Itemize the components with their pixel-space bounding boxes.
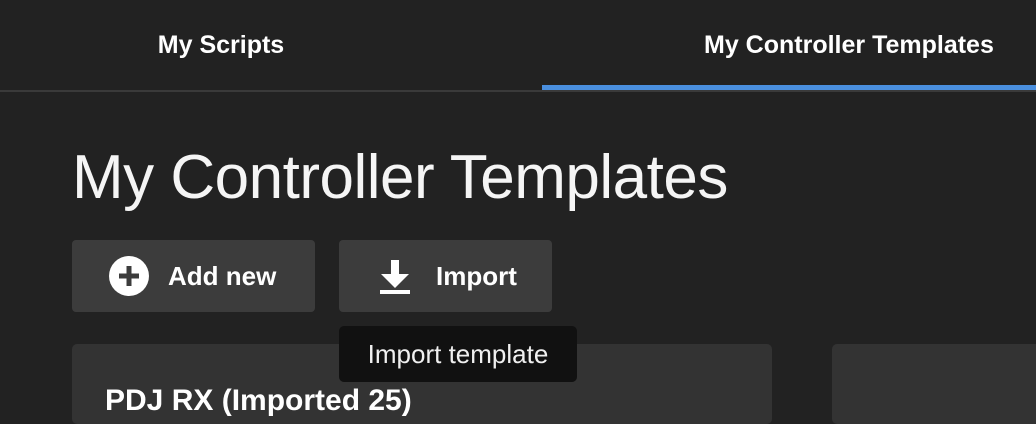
template-card[interactable]: [832, 344, 1036, 424]
template-card-title: PDJ RX (Imported 25): [105, 384, 412, 417]
import-label: Import: [436, 260, 517, 291]
tab-my-scripts[interactable]: My Scripts: [0, 0, 442, 90]
tab-bar: My Scripts My Controller Templates: [0, 0, 1036, 92]
page-title: My Controller Templates: [72, 143, 728, 212]
add-new-label: Add new: [168, 260, 277, 291]
import-button[interactable]: Import: [339, 240, 552, 312]
tab-my-controller-templates[interactable]: My Controller Templates: [542, 0, 1036, 90]
add-new-button[interactable]: Add new: [72, 240, 315, 312]
plus-circle-icon: [109, 256, 149, 296]
active-tab-indicator: [542, 85, 1036, 90]
import-tooltip: Import template: [339, 326, 577, 382]
download-icon: [379, 256, 411, 296]
